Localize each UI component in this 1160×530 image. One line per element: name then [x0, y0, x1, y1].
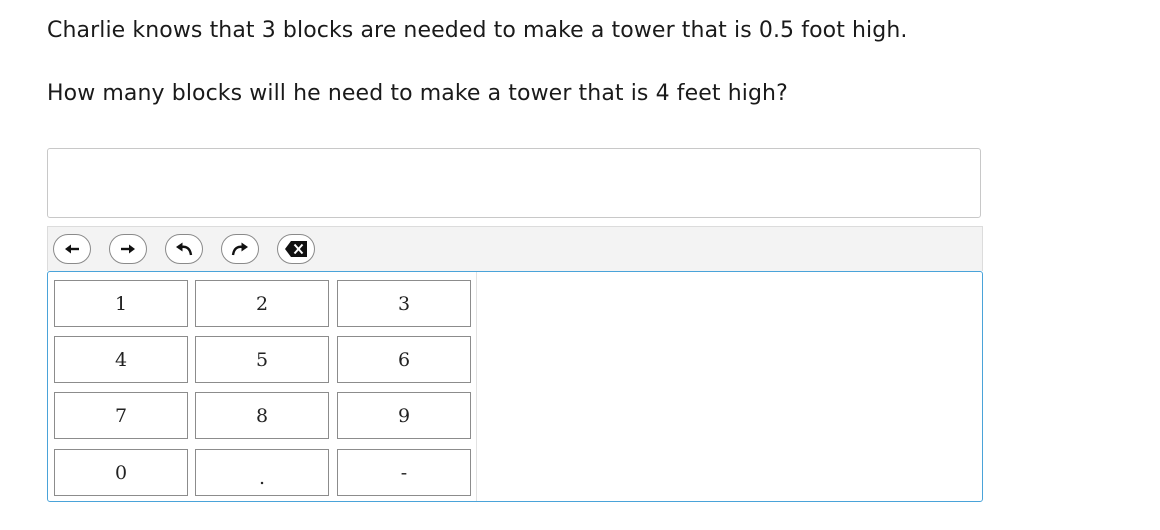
backspace-icon: [284, 240, 308, 258]
arrow-left-icon: [64, 243, 80, 255]
redo-button[interactable]: [221, 234, 259, 264]
cursor-right-button[interactable]: [109, 234, 147, 264]
question-text-line-2: How many blocks will he need to make a t…: [47, 81, 788, 106]
answer-input[interactable]: [47, 148, 981, 218]
undo-icon: [175, 242, 193, 256]
key-8[interactable]: 8: [195, 392, 329, 439]
key-7[interactable]: 7: [54, 392, 188, 439]
question-text-line-1: Charlie knows that 3 blocks are needed t…: [47, 18, 908, 43]
key-2[interactable]: 2: [195, 280, 329, 327]
keypad-divider: [476, 272, 477, 501]
key-6[interactable]: 6: [337, 336, 471, 383]
editor-toolbar: [47, 226, 983, 271]
undo-button[interactable]: [165, 234, 203, 264]
key-decimal-point[interactable]: .: [195, 449, 329, 496]
key-4[interactable]: 4: [54, 336, 188, 383]
number-keypad: 1 2 3 4 5 6 7 8 9 0 . -: [47, 271, 983, 502]
cursor-left-button[interactable]: [53, 234, 91, 264]
key-1[interactable]: 1: [54, 280, 188, 327]
key-5[interactable]: 5: [195, 336, 329, 383]
key-9[interactable]: 9: [337, 392, 471, 439]
redo-icon: [231, 242, 249, 256]
backspace-button[interactable]: [277, 234, 315, 264]
arrow-right-icon: [120, 243, 136, 255]
key-0[interactable]: 0: [54, 449, 188, 496]
key-3[interactable]: 3: [337, 280, 471, 327]
key-minus[interactable]: -: [337, 449, 471, 496]
